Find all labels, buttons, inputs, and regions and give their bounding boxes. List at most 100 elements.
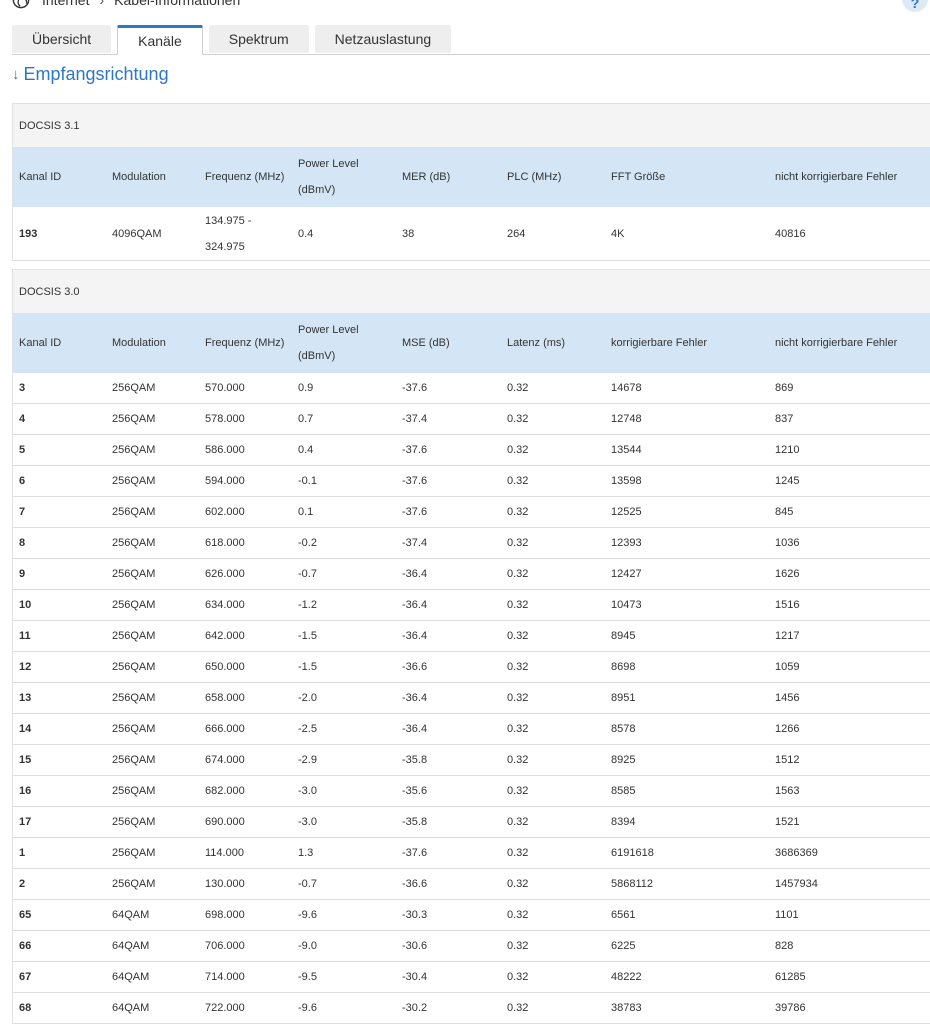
table-cell: 0.32 <box>507 475 529 487</box>
table-cell: 690.000 <box>205 816 245 828</box>
docsis30-table: DOCSIS 3.0 Kanal ID Modulation Frequenz (M… <box>12 269 930 1024</box>
table-cell: -37.6 <box>402 847 428 859</box>
table-cell: -36.4 <box>402 723 428 735</box>
table-cell: 0.4 <box>298 444 314 456</box>
table-cell: 0.32 <box>507 382 529 394</box>
column-header: nicht korrigierbare Fehler <box>775 337 898 349</box>
table-cell: 1101 <box>775 909 799 921</box>
table-cell: 698.000 <box>205 909 245 921</box>
table-cell: 14 <box>19 723 32 735</box>
table-cell: 64QAM <box>112 940 150 952</box>
docsis30-header: Kanal ID Modulation Frequenz (MHz) Power Le… <box>13 313 930 373</box>
table-cell: 64QAM <box>112 909 150 921</box>
table-row: 67 64QAM 714.000 -9.5 -30.4 0.32 48222 61285 <box>13 962 930 993</box>
help-icon: ? <box>910 0 920 11</box>
table-cell: 3686369 <box>775 847 818 859</box>
column-header: Power Level (dBmV) <box>298 158 359 196</box>
table-cell: 10 <box>19 599 32 611</box>
table-cell: 1245 <box>775 475 800 487</box>
column-header: MSE (dB) <box>402 337 450 349</box>
table-row: 12 256QAM 650.000 -1.5 -36.6 0.32 8698 1059 <box>13 652 930 683</box>
table-cell: -30.4 <box>402 971 428 983</box>
table-cell: 1563 <box>775 785 800 797</box>
table-cell: 114.000 <box>205 847 244 859</box>
table-row: 9 256QAM 626.000 -0.7 -36.4 0.32 12427 1626 <box>13 559 930 590</box>
table-cell: -37.6 <box>402 506 428 518</box>
tab-uebersicht[interactable]: Übersicht <box>12 25 112 53</box>
help-button[interactable]: ? <box>902 0 928 12</box>
docsis30-body: 3 256QAM 570.000 0.9 -37.6 0.32 14678 869 4 256QA… <box>13 373 930 1024</box>
table-cell: 256QAM <box>112 568 156 580</box>
table-cell: 193 <box>19 227 38 240</box>
table-cell: 5 <box>19 444 26 456</box>
table-cell: -36.6 <box>402 661 428 673</box>
table-row: 5 256QAM 586.000 0.4 -37.6 0.32 13544 1210 <box>13 435 930 466</box>
column-header: PLC (MHz) <box>507 171 562 183</box>
table-cell: -1.2 <box>298 599 317 611</box>
table-cell: 6225 <box>611 940 636 952</box>
table-cell: 256QAM <box>112 878 156 890</box>
table-cell: -3.0 <box>298 785 317 797</box>
breadcrumb-root[interactable]: Internet <box>42 0 89 8</box>
table-cell: 256QAM <box>112 413 156 425</box>
table-cell: 256QAM <box>112 785 156 797</box>
table-cell: 12427 <box>611 568 642 580</box>
table-row: 193 4096QAM 134.975 - 324.975 0.4 38 264 4K 408… <box>13 207 930 261</box>
tab-netzauslastung[interactable]: Netzauslastung <box>314 25 452 53</box>
table-row: 17 256QAM 690.000 -3.0 -35.8 0.32 8394 1521 <box>13 807 930 838</box>
table-cell: -30.6 <box>402 940 428 952</box>
table-cell: -35.8 <box>402 754 428 766</box>
table-cell: -1.5 <box>298 661 317 673</box>
table-cell: -9.5 <box>298 971 317 983</box>
table-cell: 1516 <box>775 599 800 611</box>
table-cell: 674.000 <box>205 754 245 766</box>
table-cell: 256QAM <box>112 599 156 611</box>
table-cell: 12393 <box>611 537 642 549</box>
tab-kanaele[interactable]: Kanäle <box>117 25 203 55</box>
table-cell: 256QAM <box>112 754 156 766</box>
table-cell: 0.32 <box>507 630 529 642</box>
table-cell: 130.000 <box>205 878 245 890</box>
table-cell: 642.000 <box>205 630 245 642</box>
table-cell: 8945 <box>611 630 636 642</box>
table-cell: 570.000 <box>205 382 245 394</box>
table-cell: 0.4 <box>298 227 314 240</box>
table-cell: 48222 <box>611 971 642 983</box>
breadcrumb: Internet › Kabel-Informationen <box>12 0 240 10</box>
table-cell: 256QAM <box>112 723 156 735</box>
section-heading: ↓ Empfangsrichtung <box>12 64 169 85</box>
table-cell: 0.32 <box>507 413 529 425</box>
table-cell: 264 <box>507 227 526 240</box>
table-cell: 0.32 <box>507 754 529 766</box>
table-cell: 6561 <box>611 909 636 921</box>
table-cell: -36.4 <box>402 568 428 580</box>
table-cell: 0.32 <box>507 723 529 735</box>
table-cell: 256QAM <box>112 382 156 394</box>
table-cell: 706.000 <box>205 940 245 952</box>
table-cell: 869 <box>775 382 794 394</box>
table-cell: -37.4 <box>402 413 428 425</box>
table-cell: 38 <box>402 227 415 240</box>
table-cell: 7 <box>19 506 26 518</box>
tab-spektrum[interactable]: Spektrum <box>208 25 309 53</box>
table-cell: 0.32 <box>507 909 529 921</box>
table-row: 4 256QAM 578.000 0.7 -37.4 0.32 12748 837 <box>13 404 930 435</box>
table-cell: 256QAM <box>112 630 156 642</box>
docsis31-title: DOCSIS 3.1 <box>13 103 930 147</box>
table-cell: 4096QAM <box>112 227 162 240</box>
table-cell: 12525 <box>611 506 642 518</box>
table-cell: 2 <box>19 878 26 890</box>
table-cell: 837 <box>775 413 794 425</box>
table-cell: 0.32 <box>507 506 529 518</box>
table-cell: 1 <box>19 847 26 859</box>
table-cell: 256QAM <box>112 816 156 828</box>
table-cell: 256QAM <box>112 475 156 487</box>
table-cell: 3 <box>19 382 26 394</box>
table-cell: -36.4 <box>402 630 428 642</box>
table-cell: 1.3 <box>298 847 314 859</box>
table-cell: 1210 <box>775 444 800 456</box>
table-cell: 4K <box>611 227 625 240</box>
table-cell: 666.000 <box>205 723 245 735</box>
table-row: 66 64QAM 706.000 -9.0 -30.6 0.32 6225 828 <box>13 931 930 962</box>
table-cell: 1512 <box>775 754 800 766</box>
